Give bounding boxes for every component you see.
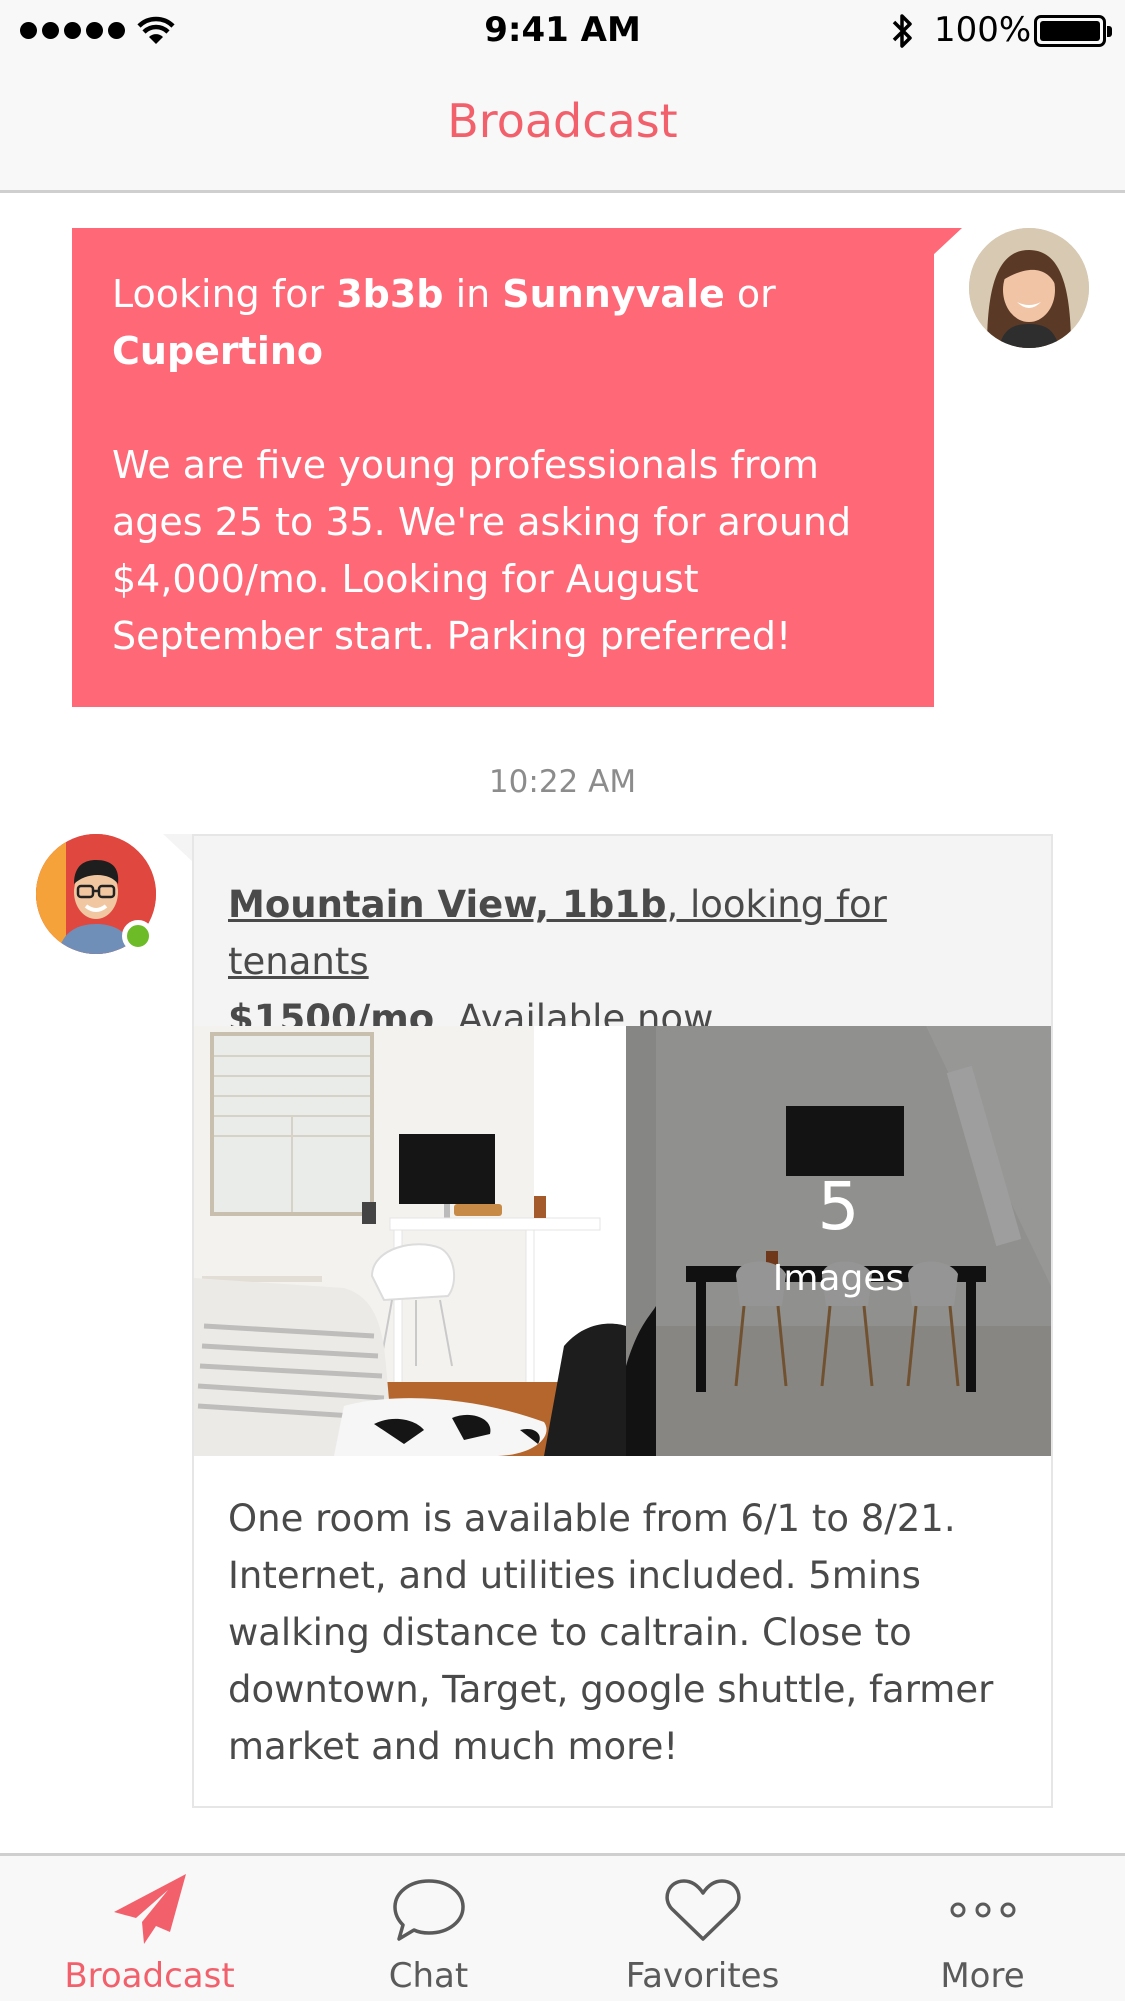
tab-chat[interactable]: Chat: [288, 1856, 569, 2001]
battery-percentage: 100%: [934, 10, 1032, 50]
image-count-label: Images: [772, 1258, 905, 1299]
listing-photo-bedroom[interactable]: [194, 1026, 626, 1456]
page-title: Broadcast: [447, 94, 678, 148]
city-cupertino: Cupertino: [112, 329, 324, 373]
chat-bubble-icon: [392, 1879, 465, 1941]
sent-heading-text: Looking for: [112, 272, 337, 316]
heart-icon: [664, 1879, 741, 1941]
navigation-bar: Broadcast: [0, 62, 1125, 193]
sent-message-bubble[interactable]: Looking for 3b3b in Sunnyvale or Cuperti…: [72, 228, 934, 707]
tab-favorites[interactable]: Favorites: [562, 1856, 843, 2001]
sent-message-heading: Looking for 3b3b in Sunnyvale or Cuperti…: [112, 266, 894, 380]
city-sunnyvale: Sunnyvale: [502, 272, 725, 316]
listing-card[interactable]: Mountain View, 1b1b, looking for tenants…: [192, 834, 1053, 1808]
listing-location: Mountain View, 1b1b: [228, 883, 667, 926]
room-type: 3b3b: [336, 272, 444, 316]
tab-label: Chat: [388, 1956, 469, 1996]
tab-broadcast[interactable]: Broadcast: [9, 1856, 290, 2001]
sent-bubble-tail: [932, 228, 962, 256]
listing-photo-dining-more[interactable]: 5 Images: [626, 1026, 1051, 1456]
status-bar: 9:41 AM 100%: [0, 0, 1125, 62]
avatar[interactable]: [36, 834, 156, 954]
sent-message-body: We are five young professionals from age…: [112, 443, 852, 658]
tab-more[interactable]: More: [842, 1856, 1123, 2001]
bluetooth-icon: [892, 14, 912, 48]
tab-label: Favorites: [625, 1956, 780, 1996]
card-tail: [163, 834, 193, 862]
listing-description: One room is available from 6/1 to 8/21. …: [228, 1497, 994, 1768]
tab-bar: Broadcast Chat Favorites More: [0, 1853, 1125, 2001]
battery-icon: [1034, 15, 1112, 47]
message-timestamp: 10:22 AM: [488, 764, 637, 800]
listing-image-gallery[interactable]: 5 Images: [194, 1026, 1051, 1456]
tab-label: More: [940, 1956, 1025, 1996]
avatar[interactable]: [969, 228, 1089, 348]
sent-heading-text: or: [724, 272, 776, 316]
sent-heading-text: in: [443, 272, 503, 316]
paper-plane-icon: [113, 1874, 186, 1944]
user-avatar-image: [969, 228, 1089, 348]
more-dots-icon: [950, 1902, 1015, 1918]
tab-label: Broadcast: [64, 1956, 235, 1996]
listing-title-link[interactable]: Mountain View, 1b1b, looking for tenants…: [194, 836, 1051, 1040]
online-status-indicator: [122, 920, 154, 952]
listing-title[interactable]: Mountain View, 1b1b, looking for tenants…: [228, 883, 887, 1040]
image-count: 5: [817, 1168, 860, 1245]
message-feed[interactable]: Looking for 3b3b in Sunnyvale or Cuperti…: [0, 196, 1125, 1853]
